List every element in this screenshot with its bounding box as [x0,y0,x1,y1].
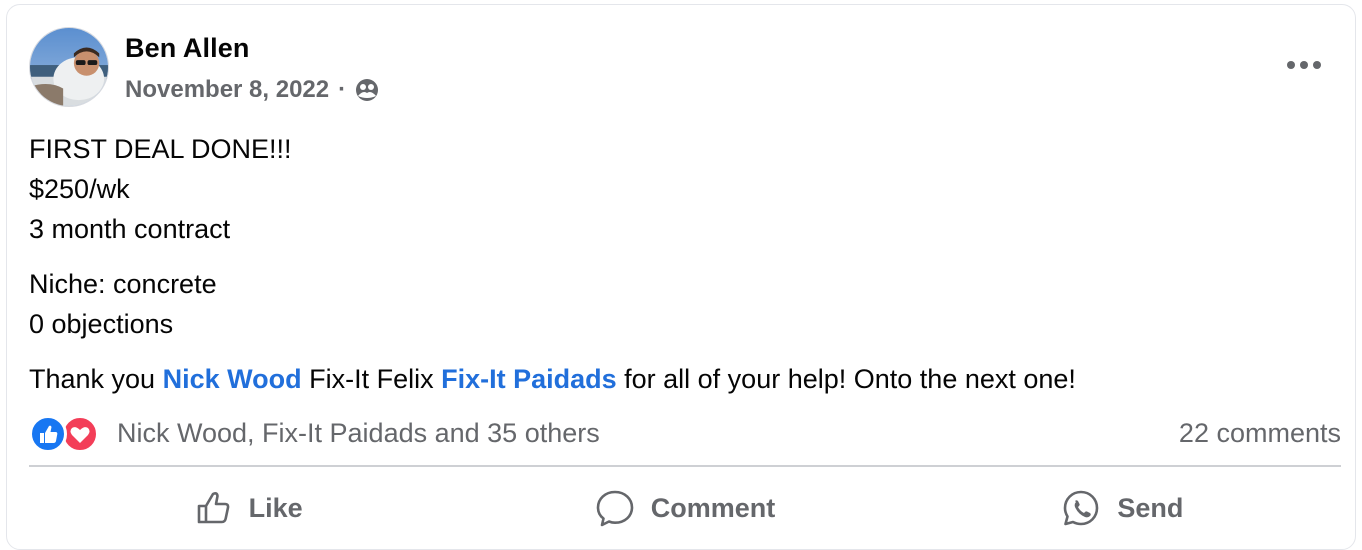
like-button[interactable]: Like [29,475,466,541]
post-paragraph-1: FIRST DEAL DONE!!! $250/wk 3 month contr… [29,129,1329,249]
post-line: 3 month contract [29,214,231,244]
author-avatar[interactable] [29,27,109,107]
thumbs-up-icon [197,492,229,524]
comment-icon [596,490,634,527]
post-body: FIRST DEAL DONE!!! $250/wk 3 month contr… [29,129,1329,399]
comments-count[interactable]: 22 comments [1179,418,1341,449]
post-paragraph-2: Niche: concrete 0 objections [29,264,1329,344]
thanks-prefix: Thank you [29,364,163,394]
thanks-middle: Fix-It Felix [301,364,442,394]
like-label: Like [248,492,303,523]
post-card: Ben Allen November 8, 2022 · FIRST DEAL … [6,4,1356,550]
post-paragraph-3: Thank you Nick Wood Fix-It Felix Fix-It … [29,359,1329,399]
mention-fix-it-paidads[interactable]: Fix-It Paidads [441,364,617,394]
thanks-suffix: for all of your help! Onto the next one! [616,364,1076,394]
post-line: $250/wk [29,174,130,204]
mention-nick-wood[interactable]: Nick Wood [163,364,302,394]
reactions-text: Nick Wood, Fix-It Paidads and 35 others [117,417,600,448]
whatsapp-icon [1064,490,1099,526]
more-horizontal-icon [1287,61,1321,69]
friends-icon[interactable] [354,77,380,103]
post-meta: November 8, 2022 · [125,75,380,105]
send-label: Send [1117,492,1184,523]
reactions-bar: Nick Wood, Fix-It Paidads and 35 others … [29,411,1341,455]
action-bar: Like Comment Send [29,475,1341,541]
post-line: Niche: concrete [29,269,217,299]
reaction-icons [29,413,109,453]
meta-separator: · [338,76,347,103]
post-line: 0 objections [29,309,174,339]
author-name[interactable]: Ben Allen [125,33,249,64]
divider [29,465,1341,467]
like-reaction-icon [29,415,67,453]
post-line: FIRST DEAL DONE!!! [29,134,292,164]
comment-label: Comment [650,492,776,523]
send-button[interactable]: Send [904,475,1341,541]
avatar-photo [30,28,108,106]
reactions-summary[interactable]: Nick Wood, Fix-It Paidads and 35 others [29,413,600,453]
post-date[interactable]: November 8, 2022 [125,76,329,104]
comment-button[interactable]: Comment [466,475,903,541]
more-options-button[interactable] [1269,45,1339,85]
